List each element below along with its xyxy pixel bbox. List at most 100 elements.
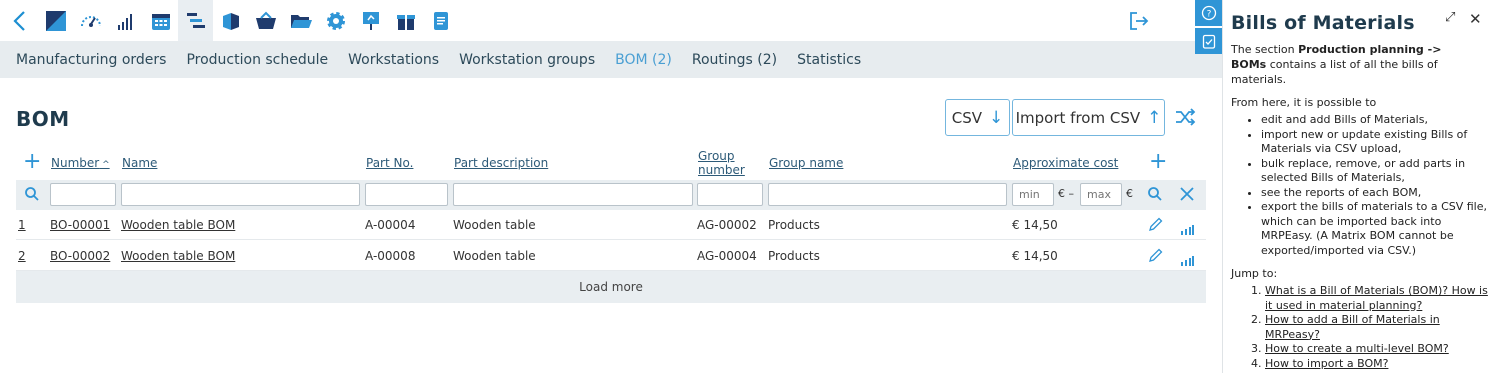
presentation-icon[interactable] bbox=[353, 0, 388, 41]
tab-bom[interactable]: BOM (2) bbox=[615, 52, 672, 68]
search-apply-icon[interactable] bbox=[1147, 186, 1163, 206]
help-panel: Bills of Materials ⤢ ✕ The section Produ… bbox=[1222, 0, 1500, 373]
help-intro: The section Production planning -> BOMs c… bbox=[1231, 42, 1492, 87]
row-index[interactable]: 2 bbox=[18, 249, 26, 263]
filter-row: € – € bbox=[16, 180, 1206, 210]
help-intro-bold1: Production planning -> bbox=[1298, 43, 1442, 56]
row-part-description: Wooden table bbox=[453, 218, 536, 232]
list-item[interactable]: What is a Bill of Materials (BOM)? How i… bbox=[1265, 284, 1492, 313]
expand-icon[interactable]: ⤢ bbox=[1445, 10, 1455, 25]
row-number-link[interactable]: BO-00002 bbox=[50, 249, 110, 263]
basket-icon[interactable] bbox=[248, 0, 283, 41]
filter-name-input[interactable] bbox=[121, 183, 360, 206]
table-row[interactable]: 1 BO-00001 Wooden table BOM A-00004 Wood… bbox=[16, 210, 1206, 240]
row-cost: € 14,50 bbox=[1012, 249, 1058, 263]
add-plus-icon[interactable]: + bbox=[23, 151, 41, 173]
tab-routings[interactable]: Routings (2) bbox=[692, 52, 777, 68]
tab-production-schedule[interactable]: Production schedule bbox=[186, 52, 328, 68]
filter-cost-max-input[interactable] bbox=[1080, 183, 1122, 206]
help-question-icon[interactable]: ? bbox=[1195, 0, 1222, 26]
tab-manufacturing-orders[interactable]: Manufacturing orders bbox=[16, 52, 166, 68]
column-group-name[interactable]: Group name bbox=[769, 156, 843, 170]
column-number-label: Number bbox=[51, 156, 100, 170]
app-logo-icon[interactable] bbox=[38, 0, 73, 41]
row-part-no: A-00004 bbox=[365, 218, 416, 232]
tab-workstation-groups[interactable]: Workstation groups bbox=[459, 52, 595, 68]
column-part-description[interactable]: Part description bbox=[454, 156, 548, 170]
edit-pencil-icon[interactable] bbox=[1148, 217, 1163, 236]
column-group-number-line1[interactable]: Group bbox=[698, 149, 735, 163]
list-item[interactable]: How to import a BOM? bbox=[1265, 357, 1492, 372]
csv-export-button[interactable]: CSV ↓ bbox=[945, 99, 1010, 136]
list-item: edit and add Bills of Materials, bbox=[1261, 113, 1492, 128]
help-from-here: From here, it is possible to bbox=[1231, 96, 1377, 109]
filter-group-name-input[interactable] bbox=[768, 183, 1007, 206]
row-part-no: A-00008 bbox=[365, 249, 416, 263]
folder-icon[interactable] bbox=[283, 0, 318, 41]
table-header: + Number ^ Name Part No. Part descriptio… bbox=[16, 146, 1206, 180]
list-item: see the reports of each BOM, bbox=[1261, 186, 1492, 201]
logout-icon[interactable] bbox=[1126, 8, 1152, 34]
sub-navigation: Manufacturing orders Production schedule… bbox=[0, 41, 1222, 78]
help-intro-bold2: BOMs bbox=[1231, 58, 1267, 71]
gear-icon[interactable] bbox=[318, 0, 353, 41]
table-row[interactable]: 2 BO-00002 Wooden table BOM A-00008 Wood… bbox=[16, 241, 1206, 271]
load-more-button[interactable]: Load more bbox=[16, 271, 1206, 303]
euro-label: € bbox=[1126, 187, 1133, 200]
row-cost: € 14,50 bbox=[1012, 218, 1058, 232]
app-window: Manufacturing orders Production schedule… bbox=[0, 0, 1500, 373]
filter-part-description-input[interactable] bbox=[453, 183, 693, 206]
add-column-plus-icon[interactable]: + bbox=[1149, 151, 1167, 173]
arrow-up-icon: ↑ bbox=[1147, 107, 1162, 128]
filter-part-no-input[interactable] bbox=[365, 183, 448, 206]
report-bars-icon[interactable] bbox=[1180, 220, 1194, 239]
page-title: BOM bbox=[16, 107, 70, 131]
production-planning-icon[interactable] bbox=[178, 0, 213, 41]
clear-filter-close-icon[interactable] bbox=[1179, 186, 1195, 206]
search-icon[interactable] bbox=[24, 186, 40, 206]
row-index[interactable]: 1 bbox=[18, 218, 26, 232]
list-item[interactable]: How to create a multi-level BOM? bbox=[1265, 342, 1492, 357]
help-bullet-list: edit and add Bills of Materials, import … bbox=[1261, 113, 1492, 258]
bar-chart-icon[interactable] bbox=[108, 0, 143, 41]
svg-text:?: ? bbox=[1206, 10, 1211, 20]
column-approximate-cost[interactable]: Approximate cost bbox=[1013, 156, 1118, 170]
checklist-clipboard-icon[interactable] bbox=[1195, 28, 1222, 54]
list-item[interactable]: How to add a Bill of Materials in MRPeas… bbox=[1265, 313, 1492, 342]
tab-workstations[interactable]: Workstations bbox=[348, 52, 439, 68]
gift-icon[interactable] bbox=[388, 0, 423, 41]
top-toolbar bbox=[0, 0, 1222, 41]
dashboard-gauge-icon[interactable] bbox=[73, 0, 108, 41]
import-label: Import from CSV bbox=[1015, 108, 1141, 127]
close-icon[interactable]: ✕ bbox=[1469, 10, 1482, 28]
row-group-name: Products bbox=[768, 249, 820, 263]
euro-dash-label: € – bbox=[1058, 187, 1074, 200]
help-link[interactable]: How to add a Bill of Materials in MRPeas… bbox=[1265, 313, 1440, 341]
back-arrow-icon[interactable] bbox=[0, 0, 38, 41]
shuffle-icon[interactable] bbox=[1174, 106, 1196, 128]
column-group-number-line2[interactable]: number bbox=[698, 163, 745, 177]
column-number[interactable]: Number ^ bbox=[51, 156, 110, 172]
column-name[interactable]: Name bbox=[122, 156, 157, 170]
cube-icon[interactable] bbox=[213, 0, 248, 41]
edit-pencil-icon[interactable] bbox=[1148, 248, 1163, 267]
help-link[interactable]: What is a Bill of Materials (BOM)? How i… bbox=[1265, 284, 1488, 312]
tab-statistics[interactable]: Statistics bbox=[797, 52, 861, 68]
filter-number-input[interactable] bbox=[50, 183, 116, 206]
row-name-link[interactable]: Wooden table BOM bbox=[121, 218, 235, 232]
filter-cost-min-input[interactable] bbox=[1012, 183, 1054, 206]
list-item: export the bills of materials to a CSV f… bbox=[1261, 200, 1492, 258]
list-item: bulk replace, remove, or add parts in se… bbox=[1261, 157, 1492, 186]
filter-group-number-input[interactable] bbox=[697, 183, 763, 206]
help-link[interactable]: How to import a BOM? bbox=[1265, 357, 1388, 370]
document-icon[interactable] bbox=[423, 0, 458, 41]
help-intro-pre: The section bbox=[1231, 43, 1299, 56]
row-number-link[interactable]: BO-00001 bbox=[50, 218, 110, 232]
report-bars-icon[interactable] bbox=[1180, 251, 1194, 270]
calendar-icon[interactable] bbox=[143, 0, 178, 41]
help-link[interactable]: How to create a multi-level BOM? bbox=[1265, 342, 1449, 355]
help-jump-to: Jump to: bbox=[1231, 267, 1278, 280]
import-csv-button[interactable]: Import from CSV ↑ bbox=[1012, 99, 1165, 136]
row-name-link[interactable]: Wooden table BOM bbox=[121, 249, 235, 263]
column-part-no[interactable]: Part No. bbox=[366, 156, 413, 170]
